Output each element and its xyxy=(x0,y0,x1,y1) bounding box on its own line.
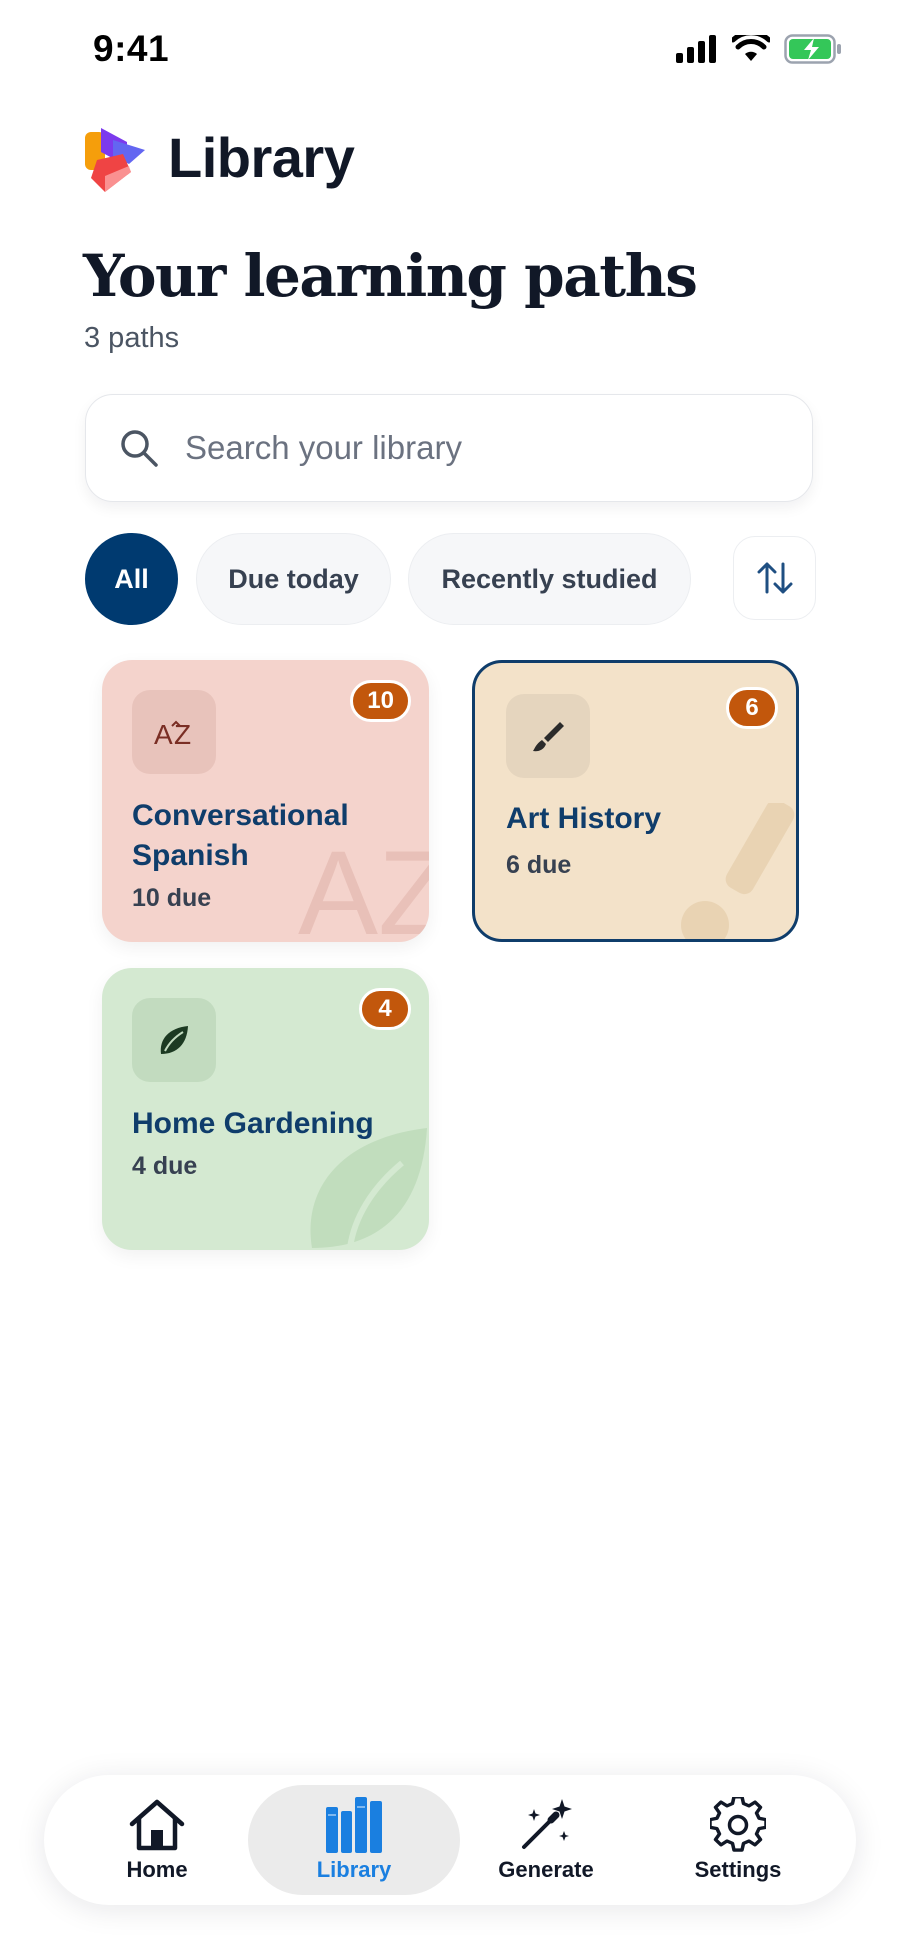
card-title: Art History xyxy=(506,802,662,835)
nav-label-library: Library xyxy=(316,1857,392,1882)
due-count-badge: 6 xyxy=(726,687,778,729)
magic-wand-icon xyxy=(522,1799,572,1849)
card-due-count: 6 due xyxy=(506,851,572,879)
paintbrush-icon xyxy=(533,722,564,752)
nav-item-library[interactable]: Library xyxy=(248,1785,460,1895)
search-bar[interactable] xyxy=(85,394,813,502)
cellular-signal-icon xyxy=(676,35,716,63)
due-count-badge: 10 xyxy=(350,680,411,722)
due-count-badge: 4 xyxy=(359,988,411,1030)
library-books-icon xyxy=(326,1797,382,1853)
card-due-count: 4 due xyxy=(132,1152,198,1180)
status-time: 9:41 xyxy=(93,28,170,69)
home-icon xyxy=(129,1799,185,1851)
status-bar: 9:41 xyxy=(0,0,900,100)
sort-arrows-icon xyxy=(757,562,792,594)
path-card-art-history[interactable]: 6 Art History 6 due xyxy=(472,660,799,942)
gear-icon xyxy=(710,1797,766,1852)
nav-item-home[interactable]: Home xyxy=(67,1775,247,1905)
card-title: Home Gardening xyxy=(132,1107,374,1140)
nav-label-settings: Settings xyxy=(694,1857,782,1882)
leaf-icon xyxy=(160,1026,188,1054)
chip-all[interactable]: All xyxy=(85,533,178,625)
app-logo xyxy=(85,128,145,192)
battery-charging-icon xyxy=(784,34,841,64)
translate-az-icon: A Z xyxy=(154,719,191,750)
nav-item-generate[interactable]: Generate xyxy=(456,1775,636,1905)
nav-label-generate: Generate xyxy=(498,1857,594,1882)
chip-due-today[interactable]: Due today xyxy=(196,533,391,625)
search-input[interactable] xyxy=(183,428,767,468)
svg-text:A: A xyxy=(154,719,173,750)
card-icon-box xyxy=(506,694,590,778)
card-due-count: 10 due xyxy=(132,884,212,912)
page-title: Your learning paths xyxy=(83,242,698,310)
search-icon xyxy=(121,430,158,467)
nav-item-settings[interactable]: Settings xyxy=(648,1775,828,1905)
nav-label-home: Home xyxy=(126,1857,188,1882)
sort-button[interactable] xyxy=(733,536,816,620)
path-card-conversational-spanish[interactable]: AZ A Z 10 Conversational Spanish 10 due xyxy=(102,660,429,942)
path-card-home-gardening[interactable]: 4 Home Gardening 4 due xyxy=(102,968,429,1250)
bottom-nav: Home Library Generate Settings xyxy=(44,1775,856,1905)
status-icons xyxy=(676,34,842,64)
card-title: Conversational Spanish xyxy=(132,799,349,872)
chip-recently-studied[interactable]: Recently studied xyxy=(408,533,691,625)
card-icon-box xyxy=(132,998,216,1082)
wifi-icon xyxy=(732,35,770,61)
card-icon-box: A Z xyxy=(132,690,216,774)
path-count: 3 paths xyxy=(84,322,180,354)
app-title: Library xyxy=(168,126,355,189)
